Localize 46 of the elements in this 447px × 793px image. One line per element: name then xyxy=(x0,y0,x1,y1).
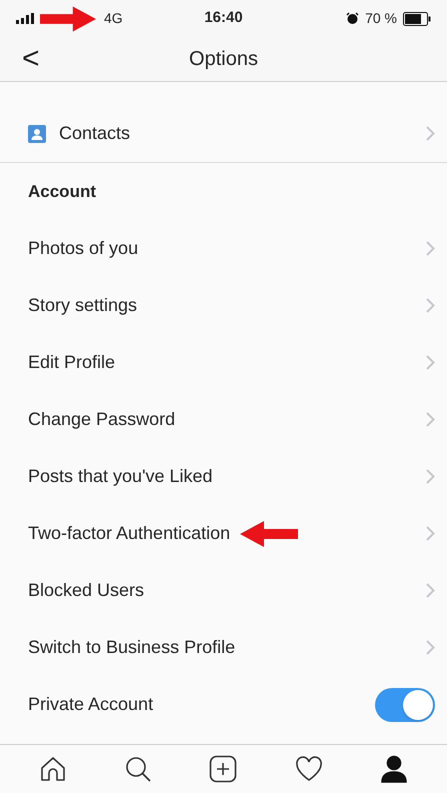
search-icon[interactable] xyxy=(124,755,152,783)
chevron-icon xyxy=(426,640,435,655)
chevron-icon xyxy=(426,469,435,484)
add-icon[interactable] xyxy=(209,755,238,783)
settings-row[interactable]: Edit Profile xyxy=(0,334,447,391)
row-label: Story settings xyxy=(28,294,138,317)
settings-row[interactable]: Photos of you xyxy=(0,220,447,277)
signal-icon xyxy=(16,13,36,24)
settings-row[interactable]: Two-factor Authentication xyxy=(0,505,447,562)
row-label: Contacts xyxy=(59,122,132,145)
chevron-icon xyxy=(426,526,435,541)
network-type: 4G xyxy=(104,9,123,28)
back-button[interactable]: < xyxy=(22,44,52,74)
profile-icon[interactable] xyxy=(380,755,408,783)
row-label: Posts that you've Liked xyxy=(28,465,213,488)
row-label: Two-factor Authentication xyxy=(28,522,230,545)
settings-row[interactable]: Private Account xyxy=(0,676,447,733)
row-label: Switch to Business Profile xyxy=(28,636,236,659)
battery-icon xyxy=(403,12,431,26)
chevron-icon xyxy=(426,412,435,427)
toggle-switch[interactable] xyxy=(375,688,435,722)
section-title: Account xyxy=(28,180,96,203)
heart-icon[interactable] xyxy=(294,756,323,782)
page-title: Options xyxy=(188,47,259,72)
settings-row[interactable]: Blocked Users xyxy=(0,562,447,619)
row-label: Private Account xyxy=(28,693,154,716)
chevron-icon xyxy=(426,126,435,141)
settings-row[interactable]: Story settings xyxy=(0,277,447,334)
status-time: 16:40 xyxy=(203,8,244,28)
chevron-icon xyxy=(426,583,435,598)
chevron-icon xyxy=(426,355,435,370)
alarm-clock-icon xyxy=(346,12,360,25)
chevron-icon xyxy=(426,241,435,256)
settings-row[interactable]: Switch to Business Profile xyxy=(0,619,447,676)
row-label: Photos of you xyxy=(28,237,138,260)
settings-row[interactable]: Change Password xyxy=(0,391,447,448)
row-label: Change Password xyxy=(28,408,176,431)
home-icon[interactable] xyxy=(38,755,67,783)
row-label: Blocked Users xyxy=(28,579,144,602)
arrow-annotation xyxy=(40,4,96,34)
battery-percent: 70 % xyxy=(365,9,397,28)
chevron-icon xyxy=(426,298,435,313)
contact-card-icon xyxy=(28,124,46,142)
row-label: Edit Profile xyxy=(28,351,116,374)
settings-row[interactable]: Posts that you've Liked xyxy=(0,448,447,505)
settings-row[interactable]: Contacts xyxy=(0,105,447,162)
